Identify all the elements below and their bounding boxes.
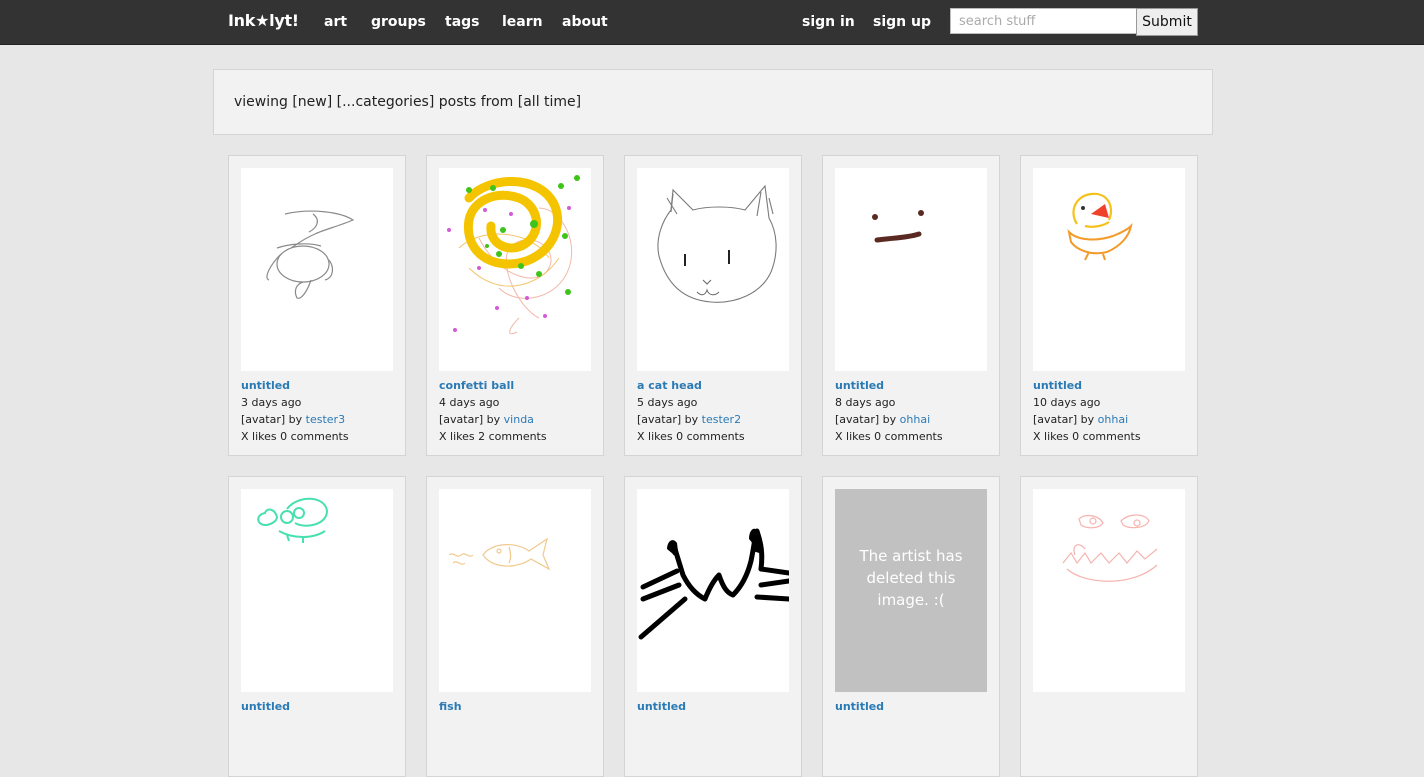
post-author-line: [avatar] by ohhai: [1033, 411, 1193, 428]
post-author-line: [avatar] by tester3: [241, 411, 401, 428]
post-title-link[interactable]: untitled: [241, 698, 401, 715]
sign-in-link[interactable]: sign in: [802, 14, 855, 30]
post-card: untitled 8 days ago [avatar] by ohhai X …: [822, 155, 1000, 456]
sign-up-link[interactable]: sign up: [873, 14, 931, 30]
nav-groups-link[interactable]: groups: [371, 14, 426, 30]
site-logo[interactable]: Ink★lyt!: [228, 11, 299, 30]
post-card: The artist has deleted this image. :( un…: [822, 476, 1000, 777]
post-stats: X likes 2 comments: [439, 430, 547, 443]
fish-drawing: [448, 537, 551, 571]
post-card: untitled: [228, 476, 406, 777]
post-title-link[interactable]: untitled: [835, 698, 995, 715]
avatar-placeholder: [avatar]: [439, 413, 484, 426]
filter-description: viewing [new] [...categories] posts from…: [234, 94, 582, 110]
by-label: by: [486, 413, 501, 426]
post-meta: untitled: [637, 698, 797, 715]
author-link[interactable]: tester2: [702, 413, 741, 426]
post-card: fish: [426, 476, 604, 777]
post-card: untitled 10 days ago [avatar] by ohhai X…: [1020, 155, 1198, 456]
post-title-link[interactable]: untitled: [1033, 377, 1193, 394]
post-stats: X likes 0 comments: [835, 430, 943, 443]
post-stats: X likes 0 comments: [241, 430, 349, 443]
post-meta: untitled: [835, 698, 995, 715]
author-link[interactable]: vinda: [504, 413, 534, 426]
deleted-message: The artist has deleted this image. :(: [859, 547, 963, 609]
author-link[interactable]: ohhai: [1098, 413, 1128, 426]
post-card: untitled 3 days ago [avatar] by tester3 …: [228, 155, 406, 456]
post-author-line: [avatar] by vinda: [439, 411, 599, 428]
post-meta: fish: [439, 698, 599, 715]
post-meta: untitled 10 days ago [avatar] by ohhai X…: [1033, 377, 1193, 445]
post-author-line: [avatar] by tester2: [637, 411, 797, 428]
search-submit-button[interactable]: Submit: [1136, 8, 1198, 36]
post-card: [1020, 476, 1198, 777]
post-card: confetti ball 4 days ago [avatar] by vin…: [426, 155, 604, 456]
post-meta: untitled: [241, 698, 401, 715]
black-cat-drawing: [638, 528, 789, 640]
pink-face-drawing: [1062, 514, 1158, 582]
by-label: by: [288, 413, 303, 426]
duck-drawing: [1067, 192, 1133, 261]
green-face-drawing: [257, 497, 329, 543]
post-meta: confetti ball 4 days ago [avatar] by vin…: [439, 377, 599, 445]
post-time: 8 days ago: [835, 396, 896, 409]
post-thumbnail[interactable]: [637, 489, 789, 692]
post-thumbnail[interactable]: [835, 168, 987, 371]
by-label: by: [684, 413, 699, 426]
by-label: by: [1080, 413, 1095, 426]
post-stats: X likes 0 comments: [1033, 430, 1141, 443]
author-link[interactable]: ohhai: [900, 413, 930, 426]
nav-about-link[interactable]: about: [562, 14, 608, 30]
post-meta: untitled 8 days ago [avatar] by ohhai X …: [835, 377, 995, 445]
post-time: 5 days ago: [637, 396, 698, 409]
avatar-placeholder: [avatar]: [835, 413, 880, 426]
post-title-link[interactable]: untitled: [835, 377, 995, 394]
deleted-image-placeholder[interactable]: The artist has deleted this image. :(: [835, 489, 987, 692]
cat-head-drawing: [657, 184, 777, 303]
post-time: 4 days ago: [439, 396, 500, 409]
post-card: a cat head 5 days ago [avatar] by tester…: [624, 155, 802, 456]
post-thumbnail[interactable]: [241, 489, 393, 692]
post-thumbnail[interactable]: [241, 168, 393, 371]
post-card: untitled: [624, 476, 802, 777]
post-meta: untitled 3 days ago [avatar] by tester3 …: [241, 377, 401, 445]
post-time: 3 days ago: [241, 396, 302, 409]
nav-tags-link[interactable]: tags: [445, 14, 480, 30]
avatar-placeholder: [avatar]: [1033, 413, 1078, 426]
post-stats: X likes 0 comments: [637, 430, 745, 443]
post-title-link[interactable]: a cat head: [637, 377, 797, 394]
post-thumbnail[interactable]: [1033, 489, 1185, 692]
face-drawing: [872, 210, 924, 243]
author-link[interactable]: tester3: [306, 413, 345, 426]
post-time: 10 days ago: [1033, 396, 1101, 409]
post-thumbnail[interactable]: [439, 168, 591, 371]
post-title-link[interactable]: confetti ball: [439, 377, 599, 394]
post-title-link[interactable]: fish: [439, 698, 599, 715]
post-meta: a cat head 5 days ago [avatar] by tester…: [637, 377, 797, 445]
post-thumbnail[interactable]: [637, 168, 789, 371]
post-title-link[interactable]: untitled: [637, 698, 797, 715]
avatar-placeholder: [avatar]: [241, 413, 286, 426]
search-input[interactable]: [950, 8, 1144, 34]
nav-learn-link[interactable]: learn: [502, 14, 543, 30]
post-title-link[interactable]: untitled: [241, 377, 401, 394]
scribble-drawing: [266, 210, 355, 299]
post-thumbnail[interactable]: [439, 489, 591, 692]
filter-bar: viewing [new] [...categories] posts from…: [213, 69, 1213, 135]
confetti-ball-drawing: [447, 175, 580, 335]
post-thumbnail[interactable]: [1033, 168, 1185, 371]
nav-art-link[interactable]: art: [324, 14, 347, 30]
top-navigation-bar: Ink★lyt! art groups tags learn about sig…: [0, 0, 1424, 45]
avatar-placeholder: [avatar]: [637, 413, 682, 426]
post-author-line: [avatar] by ohhai: [835, 411, 995, 428]
by-label: by: [882, 413, 897, 426]
